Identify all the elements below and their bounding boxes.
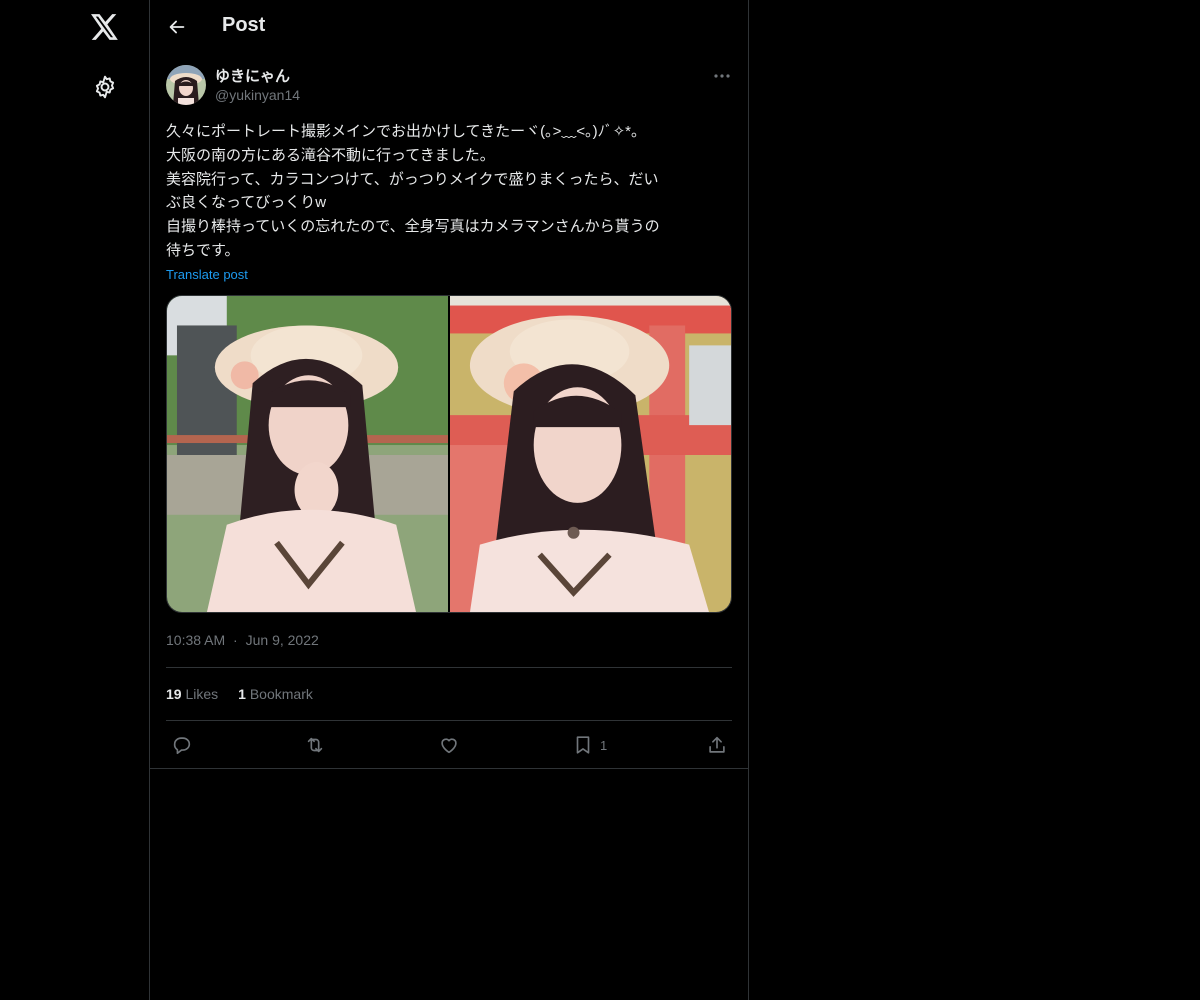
page-title: Post [222,14,266,36]
x-logo-icon[interactable] [90,12,120,42]
post-text-line: 美容院行って、カラコンつけて、がっつりメイクで盛りまくったら、だい [166,170,659,188]
post-text-line: 大阪の南の方にある滝谷不動に行ってきました。 [166,146,495,164]
post-timestamp: 10:38 AM · Jun 9, 2022 [166,632,319,648]
post-date[interactable]: Jun 9, 2022 [246,632,319,648]
avatar[interactable] [166,65,206,105]
post-text-line: 待ちです。 [166,241,240,259]
arrow-left-icon[interactable] [166,16,188,38]
header: Post [150,0,748,54]
bookmark-button[interactable]: 1 [572,733,607,757]
bookmarks-count: 1 [238,686,246,702]
post-photo-2[interactable] [450,296,731,612]
post-photo-1[interactable] [167,296,448,612]
likes-count: 19 [166,686,182,702]
main-column: Post ゆきにゃん @yukinyan14 久々にポートレート撮影メインでお出… [149,0,749,1000]
post-text-line: 自撮り棒持っていくの忘れたので、全身写真はカメラマンさんから貰うの [166,218,660,236]
timestamp-separator: · [233,632,238,648]
author-name[interactable]: ゆきにゃん [215,65,290,86]
divider [166,667,732,668]
bookmarks-stat[interactable]: 1 Bookmark [238,686,313,702]
more-options-icon[interactable] [712,66,732,86]
post-text-line: 久々にポートレート撮影メインでお出かけしてきたーヾ(｡>﹏<｡)ﾉﾞ✧*。 [166,123,647,140]
repost-icon[interactable] [304,733,326,757]
divider [166,720,732,721]
media-grid [166,295,732,613]
post-text-line: ぶ良くなってびっくりw [166,194,327,212]
left-rail [0,0,150,1000]
post-stats: 19 Likes 1 Bookmark [166,686,313,702]
heart-icon[interactable] [438,733,460,757]
gear-icon[interactable] [92,74,118,100]
bookmark-icon [572,734,594,756]
likes-stat[interactable]: 19 Likes [166,686,218,702]
post-text: 久々にポートレート撮影メインでお出かけしてきたーヾ(｡>﹏<｡)ﾉﾞ✧*。 大阪… [166,120,734,263]
bookmark-count: 1 [600,737,608,753]
post-time[interactable]: 10:38 AM [166,632,225,648]
post-actions: 1 [166,733,732,759]
translate-post-link[interactable]: Translate post [166,267,248,282]
author-handle[interactable]: @yukinyan14 [215,87,300,103]
bookmarks-label: Bookmark [249,686,313,702]
likes-label: Likes [185,686,219,702]
reply-icon[interactable] [171,733,193,757]
share-icon[interactable] [706,733,728,757]
divider [150,768,748,769]
